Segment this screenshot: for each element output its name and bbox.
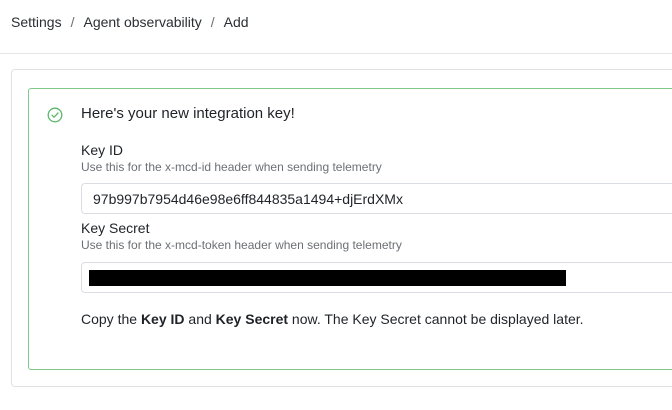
key-id-hint: Use this for the x-mcd-id header when se…	[81, 160, 382, 174]
key-secret-label: Key Secret	[81, 220, 150, 236]
key-id-value: 97b997b7954d46e98e6ff844835a1494+djErdXM…	[93, 190, 403, 207]
breadcrumb-agent-observability-link[interactable]: Agent observability	[83, 14, 201, 30]
breadcrumb-separator: /	[70, 13, 75, 30]
note-suffix: now. The Key Secret cannot be displayed …	[288, 311, 584, 327]
success-headline: Here's your new integration key!	[81, 105, 295, 122]
check-circle-icon	[47, 107, 63, 123]
note-middle: and	[184, 311, 216, 327]
breadcrumb: Settings / Agent observability / Add	[0, 0, 672, 54]
key-id-label: Key ID	[81, 142, 124, 158]
key-secret-hint: Use this for the x-mcd-token header when…	[81, 238, 402, 252]
breadcrumb-current: Add	[223, 13, 249, 30]
key-id-field[interactable]: 97b997b7954d46e98e6ff844835a1494+djErdXM…	[81, 183, 672, 214]
breadcrumb-settings-link[interactable]: Settings	[11, 14, 62, 30]
key-secret-redacted-value	[89, 270, 566, 286]
note-key-secret: Key Secret	[215, 311, 289, 327]
note-prefix: Copy the	[81, 311, 141, 327]
copy-warning-note: Copy the Key ID and Key Secret now. The …	[81, 311, 584, 327]
breadcrumb-separator: /	[210, 13, 215, 30]
note-key-id: Key ID	[140, 311, 185, 327]
